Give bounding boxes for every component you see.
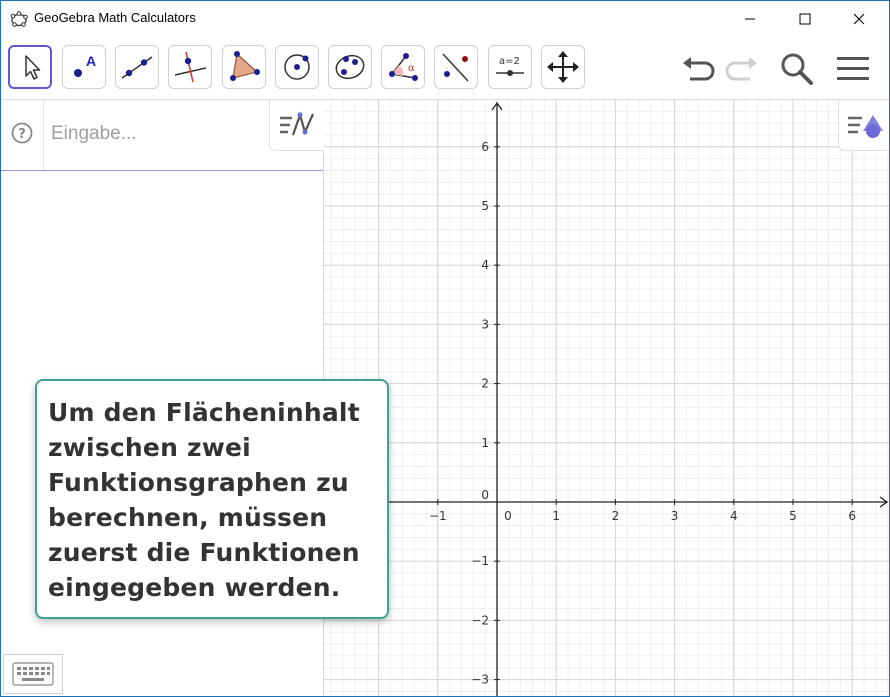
line-tool-button[interactable] (115, 45, 159, 89)
graphics-view[interactable]: −1 0 1 2 3 4 5 6 6 5 4 3 2 1 0 −1 −2 −3 (324, 100, 889, 696)
x-tick-label: 0 (504, 509, 512, 523)
svg-text:?: ? (18, 127, 26, 142)
close-icon (853, 13, 865, 25)
redo-button[interactable] (722, 49, 762, 89)
reflect-tool-button[interactable] (434, 45, 478, 89)
x-tick-label: 6 (848, 509, 856, 523)
y-tick-label: 3 (481, 317, 489, 331)
tooltip-line: zuerst die Funktionen (48, 538, 360, 567)
undo-button[interactable] (678, 49, 718, 89)
polygon-tool-button[interactable] (222, 45, 266, 89)
graphics-style-icon (847, 115, 883, 138)
x-tick-label: 3 (671, 509, 679, 523)
toolbar: A α a=2 (1, 37, 889, 100)
title-bar: GeoGebra Math Calculators (1, 1, 889, 37)
graphics-style-bar-button[interactable] (838, 100, 889, 151)
menu-icon (837, 57, 869, 80)
redo-icon (725, 57, 757, 81)
x-tick-label: 4 (730, 509, 738, 523)
algebra-style-bar-button[interactable] (269, 100, 324, 151)
maximize-icon (799, 13, 811, 25)
undo-icon (683, 57, 715, 81)
menu-button[interactable] (833, 49, 873, 89)
y-tick-label: 0 (481, 488, 489, 502)
reflect-line-icon (442, 53, 469, 82)
point-tool-button[interactable]: A (62, 45, 106, 89)
angle-icon: α (389, 53, 418, 81)
window-title: GeoGebra Math Calculators (34, 10, 196, 25)
point-icon: A (74, 53, 96, 77)
y-tick-label: −3 (471, 673, 489, 687)
perpendicular-line-icon (174, 51, 207, 83)
ellipse-icon (335, 54, 365, 80)
angle-tool-button[interactable]: α (381, 45, 425, 89)
y-tick-label: 6 (481, 140, 489, 154)
x-tick-label: 2 (612, 509, 620, 523)
y-tick-label: −1 (471, 554, 489, 568)
geogebra-logo-icon (10, 11, 28, 27)
search-icon (781, 53, 813, 85)
perpendicular-line-tool-button[interactable] (168, 45, 212, 89)
keyboard-button[interactable] (3, 654, 63, 694)
keyboard-icon (12, 662, 54, 686)
y-tick-label: 5 (481, 199, 489, 213)
row-separator (43, 100, 44, 170)
x-tick-label: 5 (789, 509, 797, 523)
y-tick-label: 4 (481, 258, 489, 272)
circle-icon (284, 54, 310, 80)
x-tick-label: 1 (552, 509, 560, 523)
y-tick-label: 2 (481, 377, 489, 391)
tooltip-text: Um den Flächeninhalt zwischen zwei Funkt… (48, 395, 377, 605)
minimize-button[interactable] (727, 1, 773, 37)
hint-tooltip: Um den Flächeninhalt zwischen zwei Funkt… (35, 379, 389, 619)
coordinate-grid[interactable]: −1 0 1 2 3 4 5 6 6 5 4 3 2 1 0 −1 −2 −3 (324, 100, 889, 696)
algebra-style-icon (280, 111, 315, 136)
ellipse-tool-button[interactable] (328, 45, 372, 89)
tooltip-line: Um den Flächeninhalt (48, 398, 360, 427)
move-graphics-tool-button[interactable] (541, 45, 585, 89)
search-button[interactable] (777, 49, 817, 89)
slider-icon: a=2 (496, 56, 524, 76)
svg-text:A: A (86, 53, 96, 69)
tooltip-line: berechnen, müssen (48, 503, 328, 532)
app-window: GeoGebra Math Calculators A α a=2 ? Eing… (0, 0, 890, 697)
question-icon[interactable]: ? (11, 122, 33, 144)
slider-tool-button[interactable]: a=2 (488, 45, 532, 89)
polygon-icon (230, 51, 260, 81)
maximize-button[interactable] (782, 1, 828, 37)
minimize-icon (745, 18, 755, 20)
tooltip-line: eingegeben werden. (48, 573, 341, 602)
y-tick-label: −2 (471, 613, 489, 627)
cursor-arrow-icon (25, 55, 41, 80)
y-tick-label: 1 (481, 436, 489, 450)
svg-text:a=2: a=2 (499, 56, 520, 67)
algebra-input[interactable] (49, 118, 263, 150)
tooltip-line: Funktionsgraphen zu (48, 468, 349, 497)
line-icon (121, 56, 153, 79)
svg-text:α: α (408, 63, 415, 74)
circle-tool-button[interactable] (275, 45, 319, 89)
move-arrows-icon (547, 51, 579, 83)
tooltip-line: zwischen zwei (48, 433, 251, 462)
move-tool-button[interactable] (8, 45, 52, 89)
x-tick-label: −1 (429, 509, 447, 523)
close-button[interactable] (836, 1, 882, 37)
